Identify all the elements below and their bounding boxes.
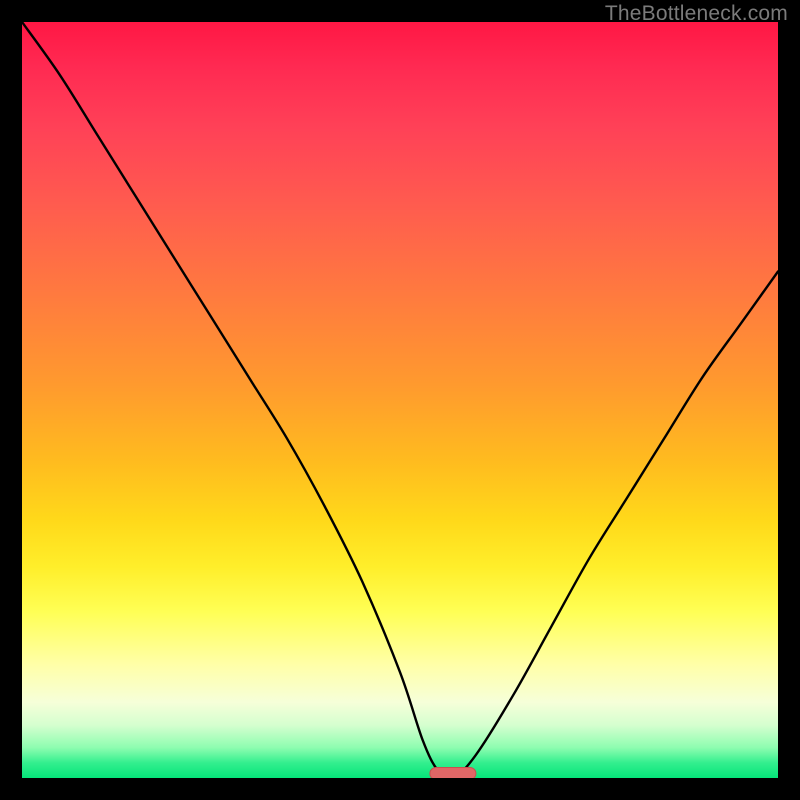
optimum-marker <box>430 768 476 779</box>
plot-area <box>22 22 778 778</box>
curve-svg <box>22 22 778 778</box>
chart-frame: TheBottleneck.com <box>0 0 800 800</box>
bottleneck-curve-path <box>22 22 778 778</box>
